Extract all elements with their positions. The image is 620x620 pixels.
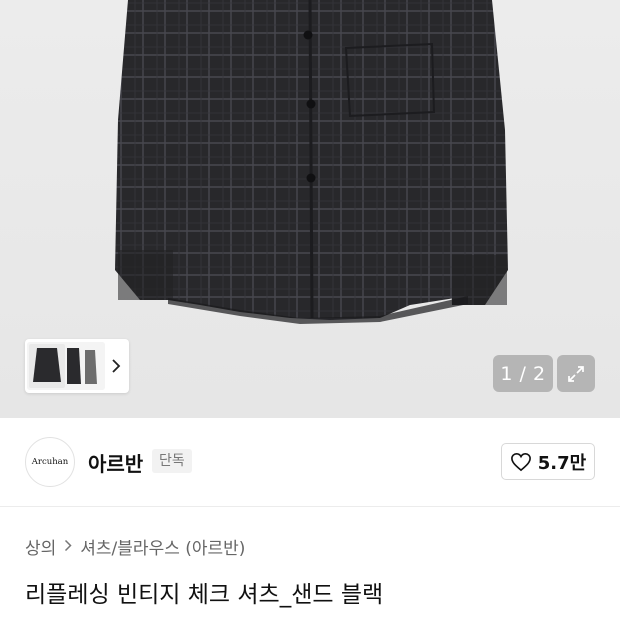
expand-button[interactable]: [557, 355, 595, 392]
brand-name[interactable]: 아르반: [88, 448, 143, 477]
chevron-right-icon: [64, 538, 72, 556]
breadcrumb: 상의 셔츠/블라우스 (아르반): [25, 534, 245, 559]
expand-icon: [568, 365, 584, 382]
thumbnail-image[interactable]: [27, 342, 105, 390]
breadcrumb-item-top[interactable]: 상의: [25, 534, 56, 559]
page-counter: 1 / 2: [493, 355, 553, 392]
product-image-gallery[interactable]: 1 / 2: [0, 0, 620, 418]
chevron-right-icon[interactable]: [105, 342, 127, 390]
heart-icon: [510, 452, 531, 471]
product-title: 리플레싱 빈티지 체크 셔츠_샌드 블랙: [25, 582, 384, 608]
brand-row: Arcuhan 아르반 단독 5.7만: [0, 418, 620, 507]
like-button[interactable]: 5.7만: [501, 443, 595, 480]
breadcrumb-item-shirts[interactable]: 셔츠/블라우스 (아르반): [80, 534, 245, 559]
page-counter-text: 1 / 2: [500, 362, 546, 385]
exclusive-badge: 단독: [152, 449, 192, 473]
like-count: 5.7만: [537, 452, 587, 474]
brand-logo-text: Arcuhan: [31, 457, 69, 467]
brand-logo[interactable]: Arcuhan: [25, 437, 75, 487]
thumbnail-strip[interactable]: [25, 339, 129, 393]
